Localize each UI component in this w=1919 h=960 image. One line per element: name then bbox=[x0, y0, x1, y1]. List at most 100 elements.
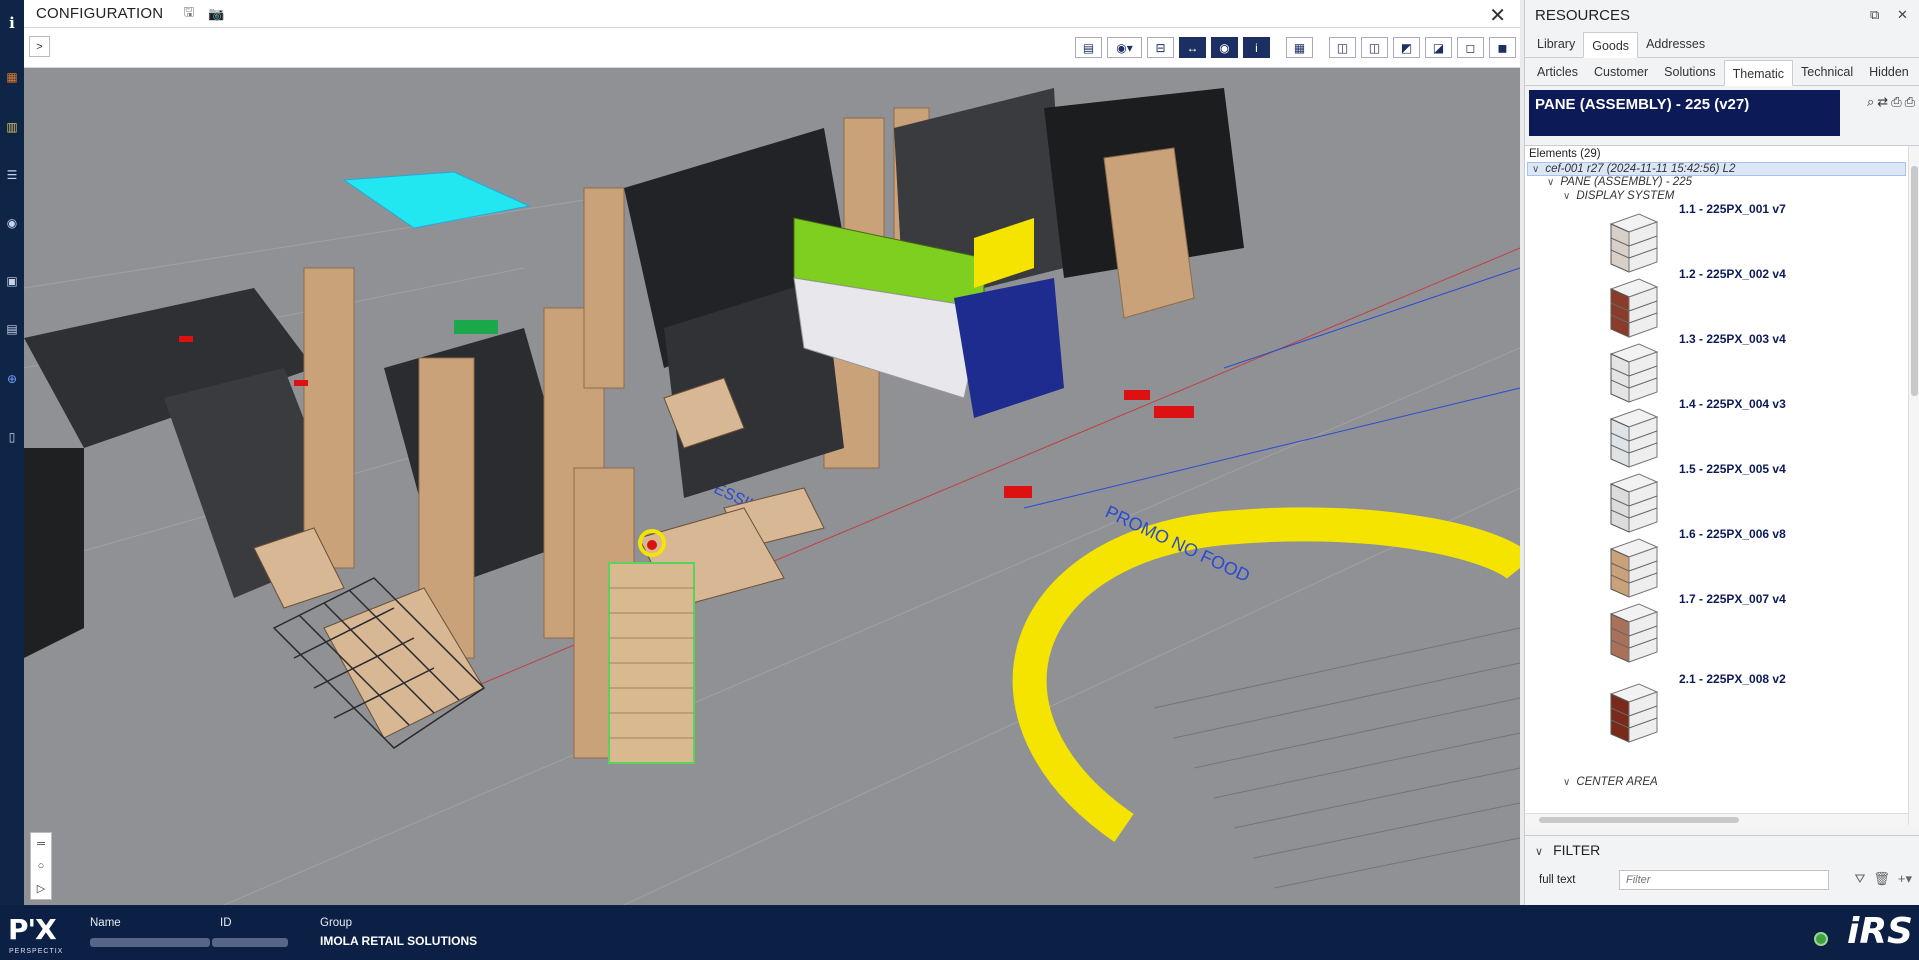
tree-root-node[interactable]: ∨ cef-001 r27 (2024-11-11 15:42:56) L2 bbox=[1527, 162, 1906, 176]
item-label: 1.5 - 225PX_005 v4 bbox=[1679, 462, 1786, 476]
document-icon[interactable]: ▯ bbox=[3, 428, 21, 446]
list-item[interactable]: 2.1 - 225PX_008 v2 bbox=[1605, 672, 1865, 752]
filter-panel: ∨ FILTER full text ⛛ 🗑 +▾ bbox=[1525, 835, 1919, 905]
name-label: Name bbox=[90, 917, 121, 929]
save-icon[interactable]: 🖫 bbox=[183, 3, 194, 25]
add-dropdown-icon[interactable]: +▾ bbox=[1898, 871, 1912, 887]
tab-goods[interactable]: Goods bbox=[1583, 32, 1639, 58]
group-label: Group bbox=[320, 917, 352, 929]
tab-hidden[interactable]: Hidden bbox=[1861, 59, 1917, 85]
tree-assembly-node[interactable]: ∨ PANE (ASSEMBLY) - 225 bbox=[1547, 176, 1692, 188]
drag-handle[interactable]: ═ bbox=[31, 833, 51, 855]
resources-secondary-tabs: Articles Customer Solutions Thematic Technic… bbox=[1525, 58, 1919, 86]
elements-count: Elements (29) bbox=[1529, 148, 1601, 160]
item-label: 1.4 - 225PX_004 v3 bbox=[1679, 397, 1786, 411]
print-multiple-icon[interactable]: ⎙ bbox=[1905, 94, 1915, 110]
id-value-redacted bbox=[212, 938, 288, 947]
item-label: 1.3 - 225PX_003 v4 bbox=[1679, 332, 1786, 346]
ruler-icon: ⊟ bbox=[1155, 40, 1166, 55]
cube-iso-icon: ◻ bbox=[1465, 40, 1476, 55]
search-icon[interactable]: ⌕ bbox=[1867, 94, 1874, 110]
item-label: 1.2 - 225PX_002 v4 bbox=[1679, 267, 1786, 281]
close-icon[interactable]: ✕ bbox=[1489, 3, 1506, 28]
perspectix-logo-sub: PERSPECTIX bbox=[9, 948, 64, 955]
list-item[interactable]: 1.7 - 225PX_007 v4 bbox=[1605, 592, 1865, 672]
horizontal-scrollbar[interactable] bbox=[1525, 813, 1908, 825]
filter-input[interactable] bbox=[1619, 870, 1829, 890]
view-top-button[interactable]: ◩ bbox=[1393, 37, 1420, 58]
orbit-icon[interactable]: ○ bbox=[31, 855, 51, 877]
popout-icon[interactable]: ⧉ bbox=[1870, 7, 1879, 23]
info-icon[interactable]: i bbox=[3, 14, 21, 32]
view-front-button[interactable]: ◫ bbox=[1329, 37, 1356, 58]
grid-icon: ▦ bbox=[1293, 40, 1306, 55]
play-icon[interactable]: ▷ bbox=[31, 877, 51, 899]
vertical-scrollbar[interactable] bbox=[1908, 146, 1919, 825]
library-icon[interactable]: ▥ bbox=[3, 118, 21, 136]
tab-technical[interactable]: Technical bbox=[1793, 59, 1861, 85]
eye-icon[interactable]: ◉ bbox=[3, 214, 21, 232]
shelf-thumbnail-icon bbox=[1609, 603, 1659, 663]
trash-icon[interactable]: 🗑 bbox=[1873, 871, 1890, 887]
connection-status-icon bbox=[1814, 932, 1828, 946]
close-icon[interactable]: ✕ bbox=[1897, 7, 1908, 23]
list-icon[interactable]: ☰ bbox=[3, 166, 21, 184]
expand-panel-button[interactable]: > bbox=[29, 36, 50, 57]
tab-library[interactable]: Library bbox=[1529, 31, 1583, 57]
chevron-down-icon[interactable]: ∨ bbox=[1547, 177, 1554, 188]
sheet-view-button[interactable]: ▤ bbox=[1075, 37, 1102, 58]
measure-button[interactable]: ⊟ bbox=[1147, 37, 1174, 58]
eye-dropdown-icon: ◉▾ bbox=[1116, 40, 1133, 55]
item-label: 2.1 - 225PX_008 v2 bbox=[1679, 672, 1786, 686]
configuration-titlebar: CONFIGURATION 🖫 📷 ✕ bbox=[24, 0, 1520, 28]
chevron-down-icon[interactable]: ∨ bbox=[1563, 191, 1570, 202]
3d-viewport[interactable]: PROMO NO FOOD TESSILE ═ ○ ▷ bbox=[24, 68, 1520, 905]
tree-group-display-system[interactable]: ∨ DISPLAY SYSTEM bbox=[1563, 190, 1674, 202]
view-3d-button[interactable]: ◼ bbox=[1489, 37, 1516, 58]
swap-icon[interactable]: ⇄ bbox=[1877, 94, 1888, 110]
filter-title: FILTER bbox=[1553, 842, 1601, 858]
left-rail: i ▦ ▥ ☰ ◉ ▣ ▤ ⊕ ▯ bbox=[0, 0, 24, 905]
view-side-button[interactable]: ◫ bbox=[1361, 37, 1388, 58]
resources-title: RESOURCES bbox=[1535, 6, 1631, 24]
cube-side-icon: ◫ bbox=[1368, 40, 1381, 55]
chevron-down-icon[interactable]: ∨ bbox=[1563, 777, 1570, 788]
group-value: IMOLA RETAIL SOLUTIONS bbox=[320, 934, 478, 948]
header-tools: ⌕ ⇄ ⎙ ⎙ bbox=[1867, 94, 1915, 110]
view-iso-button[interactable]: ◻ bbox=[1457, 37, 1484, 58]
perspectix-logo: P'X bbox=[8, 913, 57, 946]
tab-solutions[interactable]: Solutions bbox=[1656, 59, 1723, 85]
funnel-icon[interactable]: ⛛ bbox=[1854, 871, 1865, 887]
tab-customer[interactable]: Customer bbox=[1586, 59, 1656, 85]
store-3d-scene: PROMO NO FOOD TESSILE bbox=[24, 68, 1520, 905]
camera-icon[interactable]: 📷 bbox=[208, 6, 224, 22]
info-toggle-button[interactable]: i bbox=[1243, 37, 1270, 58]
tab-articles[interactable]: Articles bbox=[1529, 59, 1586, 85]
irs-logo: iRS bbox=[1847, 911, 1913, 952]
resources-titlebar: RESOURCES ⧉ ✕ bbox=[1525, 0, 1919, 30]
tab-addresses[interactable]: Addresses bbox=[1638, 31, 1713, 57]
id-card-icon[interactable]: ▤ bbox=[3, 320, 21, 338]
cube-back-icon: ◪ bbox=[1432, 40, 1445, 55]
preview-button[interactable]: ◉ bbox=[1211, 37, 1238, 58]
view-back-button[interactable]: ◪ bbox=[1425, 37, 1452, 58]
print-icon[interactable]: ⎙ bbox=[1891, 94, 1901, 110]
filter-label: full text bbox=[1539, 874, 1576, 886]
chevron-down-icon[interactable]: ∨ bbox=[1535, 846, 1543, 858]
configuration-window: CONFIGURATION 🖫 📷 ✕ > ▤ ◉▾ ⊟ ↔ ◉ i ▦ ◫ ◫… bbox=[24, 0, 1520, 905]
target-icon[interactable]: ⊕ bbox=[3, 370, 21, 388]
item-label: 1.7 - 225PX_007 v4 bbox=[1679, 592, 1786, 606]
configuration-icon[interactable]: ▦ bbox=[3, 68, 21, 86]
configuration-title: CONFIGURATION bbox=[36, 5, 164, 22]
elements-tree: Elements (29) ∨ cef-001 r27 (2024-11-11 1… bbox=[1525, 145, 1919, 825]
visibility-dropdown-button[interactable]: ◉▾ bbox=[1107, 37, 1142, 58]
user-card-icon[interactable]: ▣ bbox=[3, 272, 21, 290]
selected-item-title: PANE (ASSEMBLY) - 225 (v27) bbox=[1529, 90, 1840, 136]
tree-group-center-area[interactable]: ∨ CENTER AREA bbox=[1563, 776, 1658, 788]
grid-button[interactable]: ▦ bbox=[1286, 37, 1313, 58]
item-label: 1.1 - 225PX_001 v7 bbox=[1679, 202, 1786, 216]
filter-header[interactable]: ∨ FILTER bbox=[1535, 842, 1600, 858]
chevron-down-icon[interactable]: ∨ bbox=[1532, 164, 1539, 175]
tab-thematic[interactable]: Thematic bbox=[1723, 60, 1794, 86]
dimension-button[interactable]: ↔ bbox=[1179, 37, 1206, 58]
